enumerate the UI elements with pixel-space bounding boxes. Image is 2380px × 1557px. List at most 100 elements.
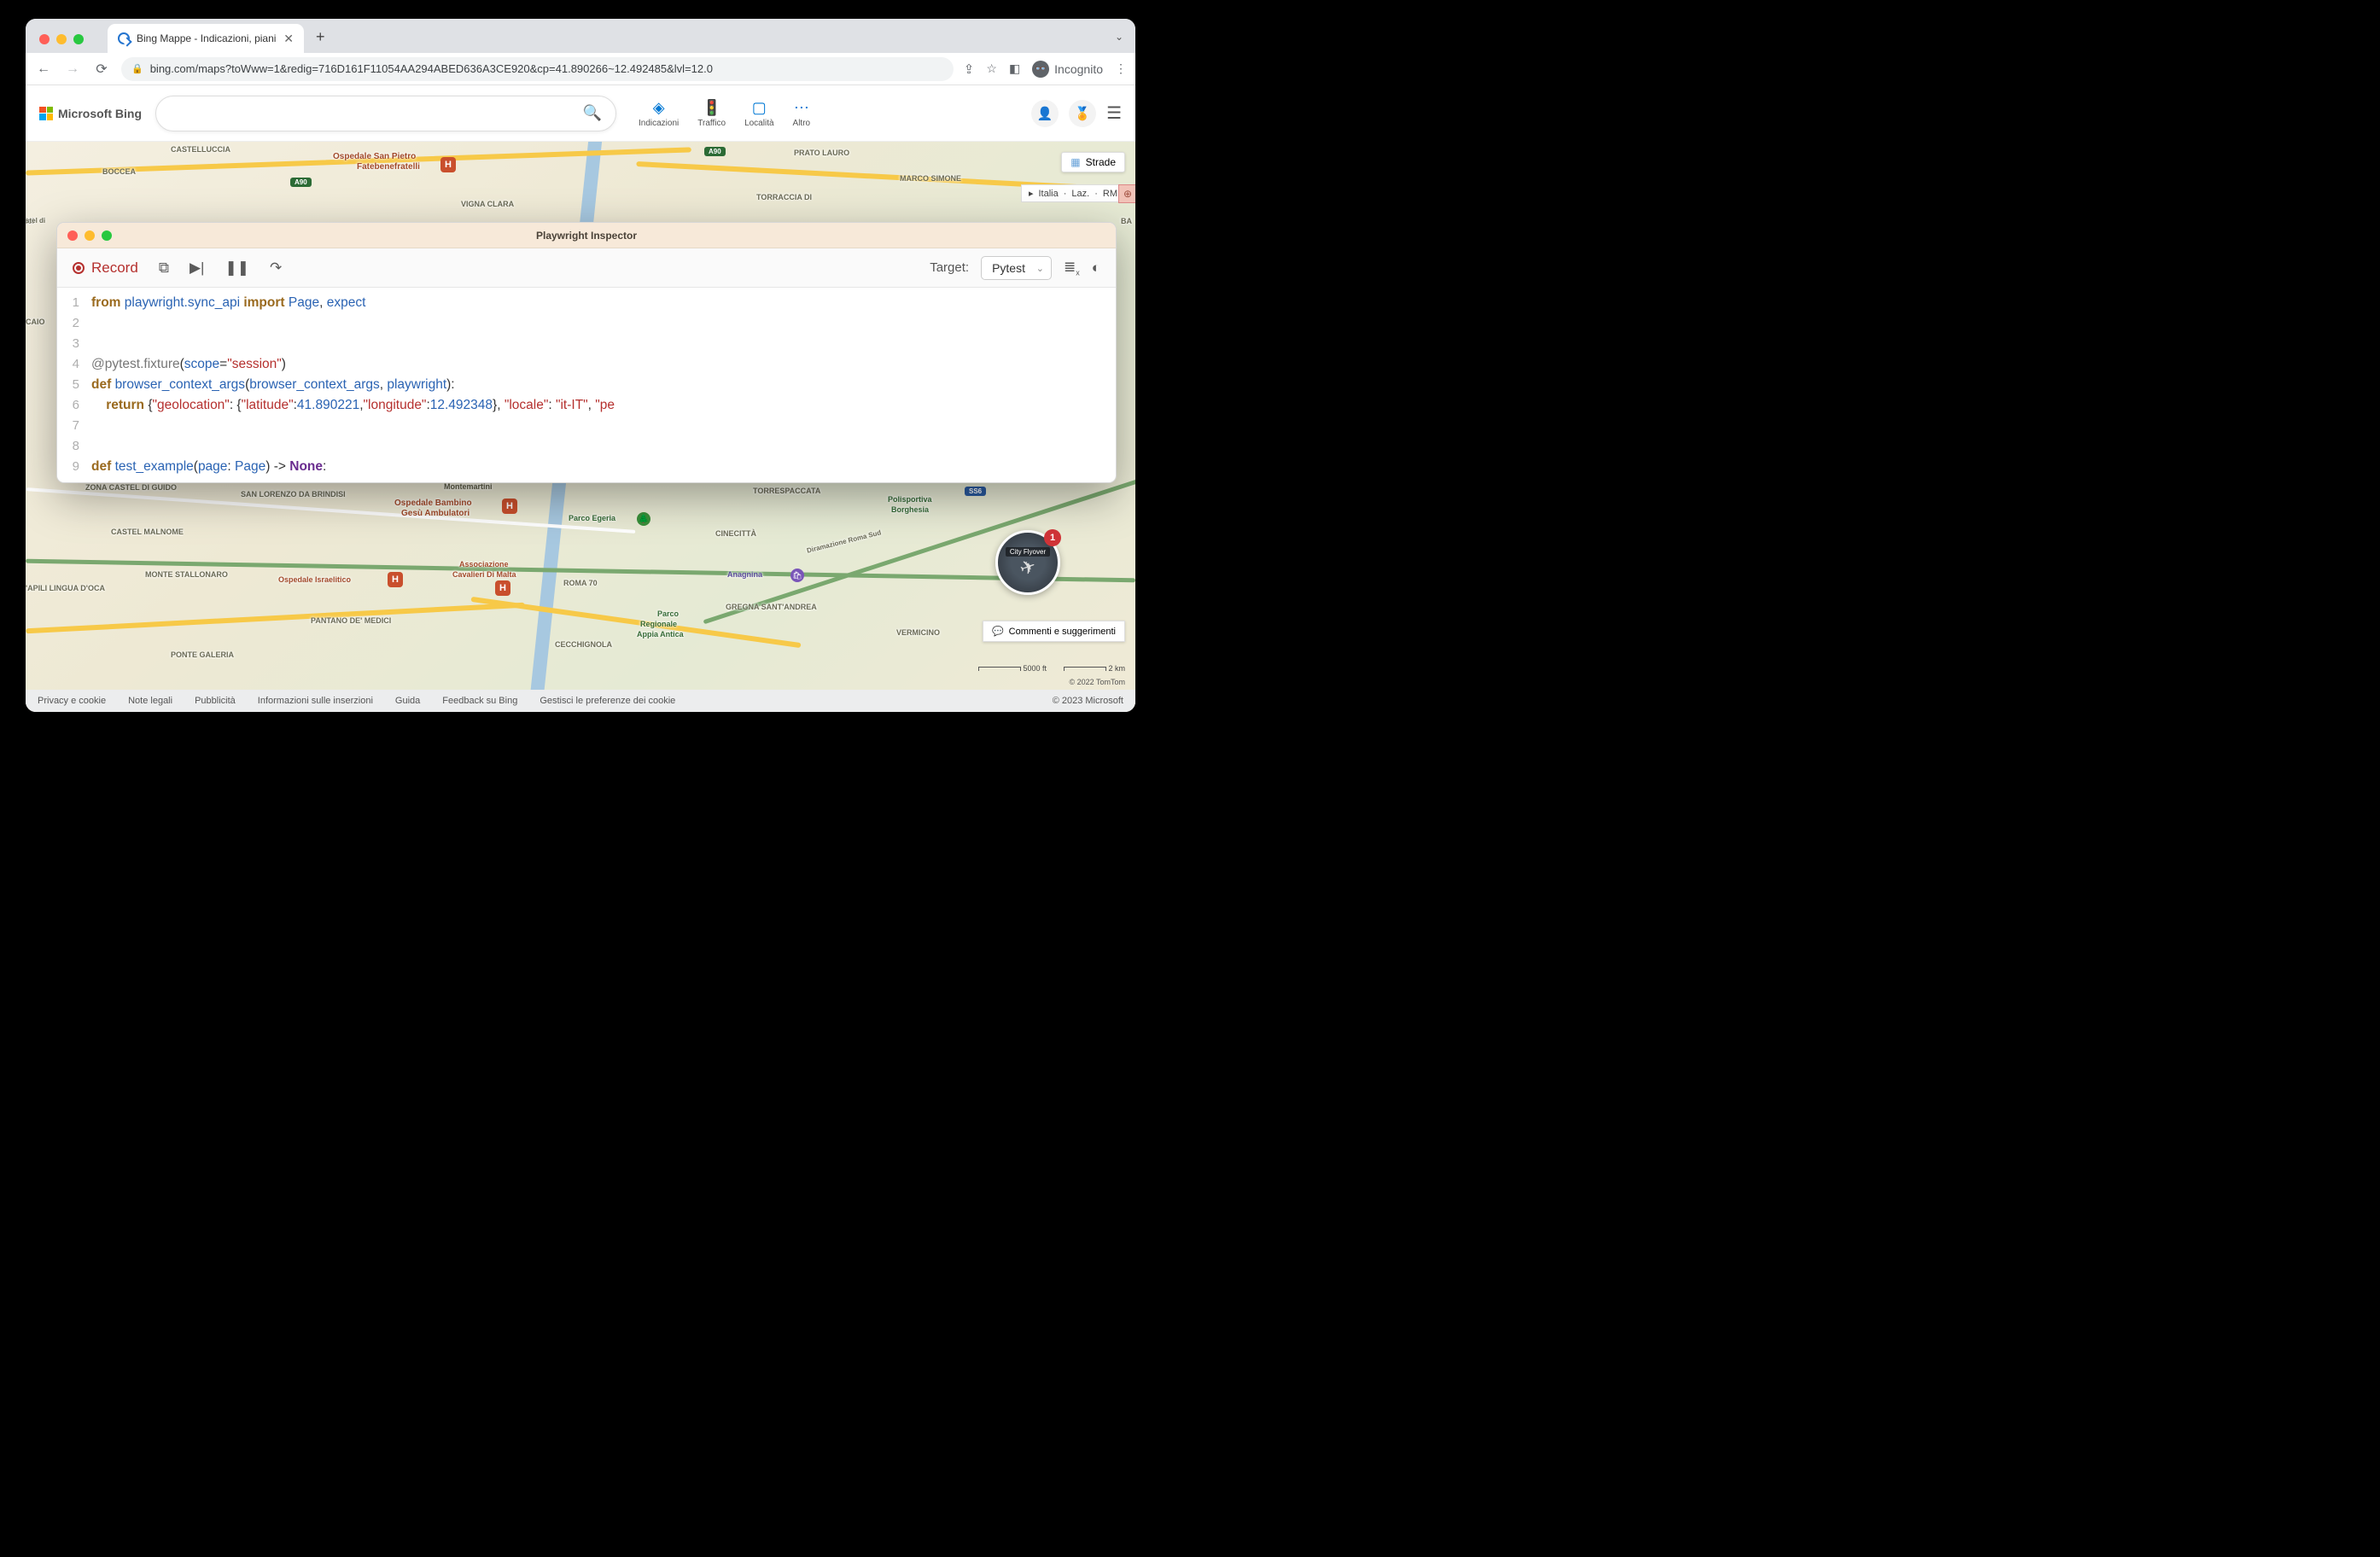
map-layer-chip[interactable]: ▦ Strade xyxy=(1061,152,1125,172)
close-tab-icon[interactable]: ✕ xyxy=(283,32,294,46)
code-editor[interactable]: 1 2 3 4 5 6 7 8 9 from playwright.sync_a… xyxy=(57,288,1116,482)
pause-icon[interactable]: ❚❚ xyxy=(225,260,249,277)
share-icon[interactable]: ⇪ xyxy=(964,61,975,77)
bing-logo[interactable]: Microsoft Bing xyxy=(39,107,142,120)
map-nav: ◈ Indicazioni 🚦 Traffico ▢ Località ⋯ Al… xyxy=(639,99,810,128)
nav-traffic[interactable]: 🚦 Traffico xyxy=(697,99,726,128)
map-label: Ospedale Bambino xyxy=(394,499,472,508)
map-label: Polisportiva xyxy=(888,495,932,504)
nav-label: Indicazioni xyxy=(639,119,679,128)
line-number: 1 xyxy=(57,293,79,313)
footer-link[interactable]: Feedback su Bing xyxy=(442,696,517,706)
logo-text: Microsoft Bing xyxy=(58,107,142,120)
crumb: Laz. xyxy=(1071,189,1089,199)
tabs-chevron-icon[interactable]: ⌄ xyxy=(1115,31,1123,43)
map-label: MONTE STALLONARO xyxy=(145,570,228,579)
search-input[interactable] xyxy=(170,107,583,120)
new-tab-button[interactable]: + xyxy=(304,28,337,53)
step-over-icon[interactable]: ↷ xyxy=(270,260,282,277)
footer-copyright: © 2023 Microsoft xyxy=(1053,696,1123,706)
layer-label: Strade xyxy=(1086,156,1116,168)
footer-link[interactable]: Informazioni sulle inserzioni xyxy=(258,696,373,706)
hospital-icon: H xyxy=(440,157,456,172)
signin-button[interactable]: 👤 xyxy=(1031,100,1059,127)
record-button[interactable]: Record xyxy=(73,260,138,277)
more-icon: ⋯ xyxy=(794,99,809,117)
notification-badge: 1 xyxy=(1044,529,1061,546)
nav-local[interactable]: ▢ Località xyxy=(744,99,773,128)
chevron-down-icon: ⌄ xyxy=(1036,263,1044,274)
city-flyover-widget[interactable]: 1 City Flyover ✈ xyxy=(995,530,1060,595)
breadcrumb[interactable]: ▸ Italia · Laz. · RM xyxy=(1021,184,1125,202)
url-bar: ← → ⟳ 🔒 bing.com/maps?toWww=1&redig=716D… xyxy=(26,53,1135,85)
forward-button[interactable]: → xyxy=(63,61,82,77)
local-icon: ▢ xyxy=(752,99,767,117)
search-icon[interactable]: 🔍 xyxy=(583,104,602,122)
footer-link[interactable]: Gestisci le preferenze dei cookie xyxy=(540,696,675,706)
map-label: ZONA CASTEL DI GUIDO xyxy=(85,483,177,492)
map-label: Anagnina xyxy=(727,570,762,579)
close-window-button[interactable] xyxy=(39,34,50,44)
kebab-menu-icon[interactable]: ⋮ xyxy=(1115,61,1127,76)
incognito-chip[interactable]: 👓 Incognito xyxy=(1032,61,1103,78)
map-search-box[interactable]: 🔍 xyxy=(155,96,616,131)
window-title: Playwright Inspector xyxy=(57,230,1116,242)
hospital-icon: H xyxy=(388,572,403,587)
nav-directions[interactable]: ◈ Indicazioni xyxy=(639,99,679,128)
map-label: 'APILI LINGUA D'OCA xyxy=(26,584,105,592)
map-label: PONTE GALERIA xyxy=(171,650,234,659)
map-label: Montemartini xyxy=(444,482,493,491)
rewards-button[interactable]: 🏅 xyxy=(1069,100,1096,127)
panel-icon[interactable]: ◧ xyxy=(1009,61,1020,76)
map-label: SAN LORENZO DA BRINDISI xyxy=(241,490,346,499)
map-label: GREGNA SANT'ANDREA xyxy=(726,603,817,611)
record-icon xyxy=(73,262,85,274)
line-number: 4 xyxy=(57,354,79,375)
header-right: 👤 🏅 ☰ xyxy=(1031,100,1122,127)
map-label: Associazione xyxy=(459,560,509,569)
locate-me-button[interactable]: ⊕ xyxy=(1118,184,1135,203)
scale-right: 2 km xyxy=(1108,664,1125,673)
map-label: Regionale xyxy=(640,620,677,628)
map-label: CINECITTÀ xyxy=(715,529,756,538)
target-select[interactable]: Pytest ⌄ xyxy=(981,256,1052,280)
minimize-window-button[interactable] xyxy=(56,34,67,44)
crosshair-icon: ⊕ xyxy=(1123,188,1132,200)
layers-icon: ▦ xyxy=(1070,156,1080,168)
theme-toggle-icon[interactable]: ◐ xyxy=(1092,260,1100,277)
map-label: BA xyxy=(1121,217,1132,225)
reload-button[interactable]: ⟳ xyxy=(92,61,111,78)
feedback-button[interactable]: 💬 Commenti e suggerimenti xyxy=(983,621,1125,642)
back-button[interactable]: ← xyxy=(34,61,53,77)
copy-icon[interactable]: ⧉ xyxy=(159,260,169,277)
tab-title: Bing Mappe - Indicazioni, piani xyxy=(137,32,277,44)
traffic-icon: 🚦 xyxy=(702,99,720,117)
map-label: CECCHIGNOLA xyxy=(555,640,612,649)
footer-link[interactable]: Note legali xyxy=(128,696,172,706)
map-label: Gesù Ambulatori xyxy=(401,509,470,518)
map-label: Ospedale San Pietro xyxy=(333,152,416,161)
nav-more[interactable]: ⋯ Altro xyxy=(793,99,811,128)
map-label: Diramazione Roma Sud xyxy=(806,528,882,554)
play-icon[interactable]: ▶| xyxy=(190,260,205,277)
bookmark-icon[interactable]: ☆ xyxy=(986,61,997,76)
record-label: Record xyxy=(91,260,138,277)
nav-label: Località xyxy=(744,119,773,128)
address-bar[interactable]: 🔒 bing.com/maps?toWww=1&redig=716D161F11… xyxy=(121,57,954,81)
map-label: Parco xyxy=(657,609,679,618)
hamburger-menu-icon[interactable]: ☰ xyxy=(1106,102,1122,124)
footer-link[interactable]: Pubblicità xyxy=(195,696,236,706)
list-icon[interactable]: ≣x xyxy=(1064,259,1080,277)
footer-link[interactable]: Guida xyxy=(395,696,420,706)
maximize-window-button[interactable] xyxy=(73,34,84,44)
browser-tab[interactable]: Bing Mappe - Indicazioni, piani ✕ xyxy=(108,24,304,53)
park-icon: 🌲 xyxy=(637,512,650,526)
map-label: CASTELLUCCIA xyxy=(171,145,230,154)
line-number: 9 xyxy=(57,457,79,477)
line-number: 8 xyxy=(57,436,79,457)
shop-icon: 🛍 xyxy=(790,569,804,582)
map-label: Parco Egeria xyxy=(569,514,615,522)
line-number: 7 xyxy=(57,416,79,436)
footer-link[interactable]: Privacy e cookie xyxy=(38,696,106,706)
map-label: CAIO xyxy=(26,318,45,326)
